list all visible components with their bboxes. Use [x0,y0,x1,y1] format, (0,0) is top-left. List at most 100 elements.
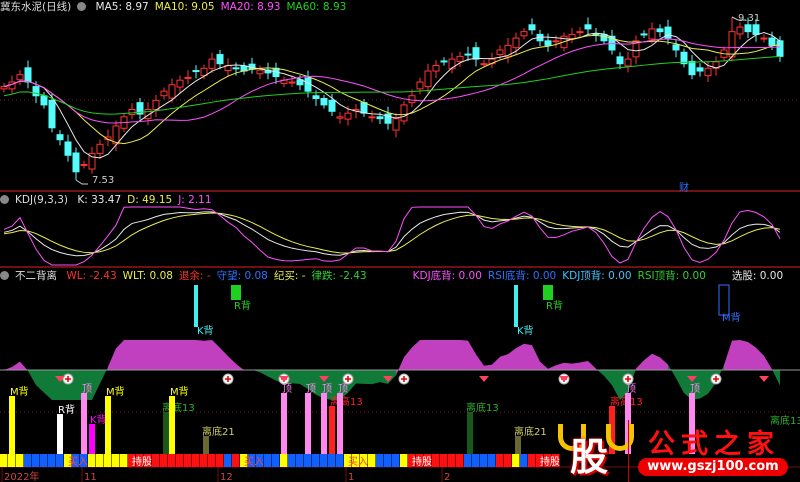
candle [288,81,296,84]
candle [520,31,528,37]
candle [184,76,192,79]
oscillator-area [228,356,236,370]
candle [688,60,696,76]
candle [392,118,400,131]
candle [368,116,376,119]
signal-band-cell [224,454,232,467]
ma5-line [3,32,781,159]
candle [656,28,664,33]
indicator-value: KDJ底背: 0.00 [412,270,482,282]
signal-band-cell [504,454,512,467]
axis-label: 2 [444,472,450,482]
oscillator-area [356,370,364,384]
signal-bar [329,406,335,454]
signal-label: K背 [90,413,107,426]
indicator-value: RSI顶背: 0.00 [637,270,706,282]
signal-band-cell [280,454,288,467]
signal-bar [169,396,175,454]
indicator-value: 守望: 0.08 [216,270,268,282]
chevron-down-icon[interactable] [0,195,9,204]
signal-label: 顶 [306,383,316,395]
oscillator-area [236,363,244,371]
oscillator-area [484,364,492,370]
signal-band-cell [264,454,272,467]
candle [160,90,168,97]
signal-band-cell [184,454,192,467]
signal-bar [305,393,311,454]
logo-name: 公式之家 [648,429,780,460]
oscillator-area [108,348,116,370]
oscillator-area [644,353,652,370]
candle [256,69,264,75]
oscillator-area [404,347,412,370]
oscillator-area [188,340,196,370]
signal-label: 顶 [82,383,92,395]
finance-event-marker[interactable]: 财 [679,179,689,194]
oscillator-area [116,340,124,370]
indicator-value: 纪买: - [273,270,306,282]
candle [672,44,680,51]
j-line [3,206,781,266]
oscillator-area [460,340,468,370]
candle [16,74,24,81]
candle [32,86,40,97]
candle [704,67,712,77]
signal-band-cell [304,454,312,467]
signal-label: K背 [517,324,534,337]
signal-bar [337,393,343,454]
signal-band-cell [392,454,400,467]
oscillator-area [196,340,204,370]
oscillator-area [444,340,452,370]
kdj-value: K: 33.47 [77,194,122,206]
band-label: 买入 [348,456,368,468]
band-label: 买入 [68,456,88,468]
candle [328,99,336,112]
candle [760,37,768,40]
band-label: 持股 [132,455,152,468]
oscillator-area [468,340,476,370]
main-chart-header: 冀东水泥(日线) MA5: 8.97 MA10: 9.05 MA20: 8.93 MA… [0,0,358,14]
candle [176,79,184,88]
candle [408,95,416,104]
candle [480,63,488,66]
signal-bar [57,414,63,454]
signal-band-cell [368,454,376,467]
candle [72,152,80,173]
kdj-header: KDJ(9,3,3) K: 33.47 D: 49.15 J: 2.11 [0,193,224,207]
chevron-down-icon[interactable] [77,2,87,11]
oscillator-area [700,370,708,399]
signal-band-cell [376,454,384,467]
axis-label: 12 [220,472,233,482]
signal-band-cell [480,454,488,467]
oscillator-area [140,340,148,370]
signal-band-cell [152,454,160,467]
logo-char: 股 [570,435,609,479]
candle [696,67,704,72]
oscillator-area [428,340,436,370]
signal-band-cell [320,454,328,467]
signal-bar [9,396,15,454]
candle [728,31,736,58]
oscillator-area [396,357,404,376]
signal-band-cell [112,454,120,467]
signal-band-cell [88,454,96,467]
oscillator-area [516,343,524,370]
signal-band-cell [40,454,48,467]
signal-band-cell [160,454,168,467]
candle [616,56,624,65]
oscillator-area [668,364,676,379]
signal-band-cell [176,454,184,467]
logo-url: www.gszj100.com [638,458,788,476]
signal-bar [105,396,111,454]
k-divergence-bar [194,285,198,327]
oscillator-area [44,370,52,400]
stock-chart-canvas[interactable]: K背R背K背R背M背M背R背顶K背M背离底13M背离底21顶顶顶离高13顶离底1… [0,0,800,482]
k-divergence-bar [514,285,518,327]
chevron-down-icon[interactable] [0,271,9,280]
stock-title: 冀东水泥(日线) [0,1,72,13]
axis-label: 11 [84,472,97,482]
oscillator-area [556,362,564,370]
oscillator-area [12,361,20,370]
signal-label: 顶 [338,383,348,395]
signal-band-cell [312,454,320,467]
